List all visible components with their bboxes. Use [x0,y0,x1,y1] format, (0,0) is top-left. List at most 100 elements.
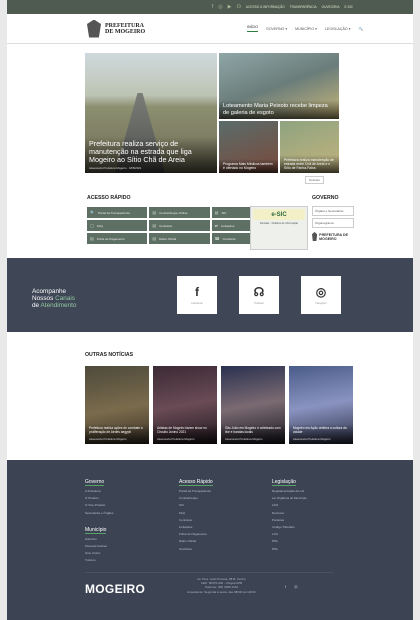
facebook-icon[interactable]: f [212,4,213,10]
footer-link[interactable]: LOA [272,532,307,536]
facebook-icon[interactable]: f [285,584,286,589]
footer-link[interactable]: Portarias [272,518,307,522]
nav-municipio[interactable]: MUNICÍPIO ▾ [295,27,317,31]
hero-side-story[interactable]: Loteamento Maria Peixoto recebe limpeza … [219,53,339,119]
footer-link[interactable]: Contracheque [179,496,213,500]
governo-link-orgaos[interactable]: Órgãos e Secretarias [312,206,354,216]
search-icon[interactable]: 🔍 [359,27,363,31]
crest-icon [87,19,101,38]
news-card-title[interactable]: Artistas de Mogeiro fazem show no Circui… [157,427,213,435]
channels-band: Acompanhe Nossos Canais de Atendimento f… [7,258,413,332]
document-icon: ▤ [152,223,157,228]
document-icon: ▤ [152,210,157,215]
qa-transparencia[interactable]: 🔍 Portal da Transparência [87,207,148,218]
hero-side-title[interactable]: Loteamento Maria Peixoto recebe limpeza … [223,103,335,116]
footer-link[interactable]: FAQ [179,511,213,515]
headphones-icon: ☊ [253,285,265,299]
hero-small-title-1[interactable]: Programa Mais Médicos também é ofertado … [223,162,274,170]
qa-label: Diário Oficial [159,236,177,241]
hero-small-story-1[interactable]: Programa Mais Médicos também é ofertado … [219,121,278,173]
news-card-title[interactable]: Mogeiro em Ação celebra a cultura da cid… [293,427,349,435]
site-header: PREFEITURA DE MOGEIRO INÍCIO GOVERNO ▾ M… [7,14,413,44]
footer-link[interactable]: Pessoas Ilustres [85,544,113,548]
news-card-title[interactable]: São João em Mogeiro é celebrado com live… [225,427,281,435]
governo-brand: PREFEITURA DE MOGEIRO [312,230,354,243]
footer-link[interactable]: PPA [272,547,307,551]
hero-main-meta: Assessoria Prefeitura Mogeiro · 18/8/202… [89,166,142,170]
news-card[interactable]: Artistas de Mogeiro fazem show no Circui… [153,366,217,444]
footer-link[interactable]: Hino Cívico [85,551,113,555]
hero-main-caption: Prefeitura realiza serviço de manutenção… [85,137,217,173]
footer-governo-title: Governo [85,479,105,486]
nav-inicio[interactable]: INÍCIO [246,25,258,32]
news-card-meta: Assessoria Prefeitura Mogeiro [89,437,127,441]
footer-link[interactable]: Folha de Pagamento [179,532,213,536]
hero-small-story-2[interactable]: Prefeitura realiza manutenção de estrada… [280,121,339,173]
news-card-meta: Assessoria Prefeitura Mogeiro [293,437,331,441]
esic-badge: e-SIC [253,209,305,220]
footer-link[interactable]: Licitações [179,525,213,529]
qa-diario[interactable]: ▤ Diário Oficial [149,233,210,244]
footer-link[interactable]: Secretarias e Órgãos [85,511,113,515]
channel-facebook[interactable]: f Facebook [177,276,217,314]
chat-icon: ▢ [90,223,94,228]
instagram-icon[interactable]: ◎ [294,584,298,589]
logo-line-1: PREFEITURA [105,22,145,29]
footer-link[interactable]: Diário Oficial [179,539,213,543]
channel-label: Facebook [191,302,203,305]
news-card[interactable]: Prefeitura realiza ações de combate à pr… [85,366,149,444]
footer-link[interactable]: Decretos [272,511,307,515]
topbar-link-transparencia[interactable]: TRANSPARÊNCIA [290,5,317,9]
channels-line-3-hl: Atendimento [40,302,77,309]
qa-contratos[interactable]: ▤ Contratos [149,220,210,231]
news-card[interactable]: Mogeiro em Ação celebra a cultura da cid… [289,366,353,444]
footer-link[interactable]: LDO [272,503,307,507]
footer-link[interactable]: Lei Orgânica do Município [272,496,307,500]
qa-folha[interactable]: ▤ Folha de Pagamento [87,233,148,244]
channels-text: Acompanhe Nossos Canais de Atendimento [32,288,76,309]
footer-link[interactable]: O Prefeito [85,496,113,500]
page: f ◎ ▶ ☊ ACESSO À INFORMAÇÃO TRANSPARÊNCI… [7,0,413,620]
topbar-link-acesso[interactable]: ACESSO À INFORMAÇÃO [246,5,285,9]
hero-main-title[interactable]: Prefeitura realiza serviço de manutenção… [89,140,213,164]
news-archive-button[interactable]: Notícias [305,176,324,184]
footer-link[interactable]: PPA [272,539,307,543]
hero-small-title-2[interactable]: Prefeitura realiza manutenção de estrada… [284,158,335,170]
nav-legislacao[interactable]: LEGISLAÇÃO ▾ [325,27,351,31]
governo-link-organograma[interactable]: Organograma [312,218,354,228]
news-card[interactable]: São João em Mogeiro é celebrado com live… [221,366,285,444]
hero-main-story[interactable]: Prefeitura realiza serviço de manutenção… [85,53,217,173]
qa-label: Ouvidoria [222,236,236,241]
site-logo[interactable]: PREFEITURA DE MOGEIRO [87,19,145,38]
qa-faq[interactable]: ▢ FAQ [87,220,148,231]
qa-label: Contracheque Online [159,210,188,215]
esic-banner[interactable]: e-SIC Dúvidas · Pedidos de informação [250,206,308,250]
footer-link[interactable]: Contratos [179,518,213,522]
footer-link[interactable]: O Vice-Prefeito [85,503,113,507]
news-card-title[interactable]: Prefeitura realiza ações de combate à pr… [89,427,145,435]
footer-link[interactable]: Código Tributário [272,525,307,529]
topbar-link-esic[interactable]: E-SIC [344,5,353,9]
footer-brand[interactable]: MOGEIRO [85,582,145,596]
topbar-link-ouvidoria[interactable]: OUVIDORIA [322,5,340,9]
podcast-icon[interactable]: ☊ [236,4,240,10]
channel-podcast[interactable]: ☊ Podcast [239,276,279,314]
qa-contracheque[interactable]: ▤ Contracheque Online [149,207,210,218]
footer-link[interactable]: SIC [179,503,213,507]
footer-link[interactable]: Ouvidoria [179,547,213,551]
footer-link[interactable]: Histórico [85,537,113,541]
footer-link[interactable]: Portal da Transparência [179,489,213,493]
footer-link[interactable]: Regulamentação da LAI [272,489,307,493]
footer-link[interactable]: A Prefeitura [85,489,113,493]
governo-box: Órgãos e Secretarias Organograma PREFEIT… [312,206,354,243]
channel-instagram[interactable]: ◎ Instagram [301,276,341,314]
instagram-icon[interactable]: ◎ [218,4,222,10]
channels-line-2: Nossos [32,295,54,302]
youtube-icon[interactable]: ▶ [228,4,232,10]
footer-address: Av. Pres. João Pessoa, 88 B, Centro CEP:… [179,577,264,594]
nav-governo[interactable]: GOVERNO ▾ [266,27,287,31]
channel-label: Podcast [254,302,264,305]
footer-link[interactable]: Turismo [85,558,113,562]
document-icon: ▤ [214,210,219,215]
qa-label: FAQ [96,223,103,228]
